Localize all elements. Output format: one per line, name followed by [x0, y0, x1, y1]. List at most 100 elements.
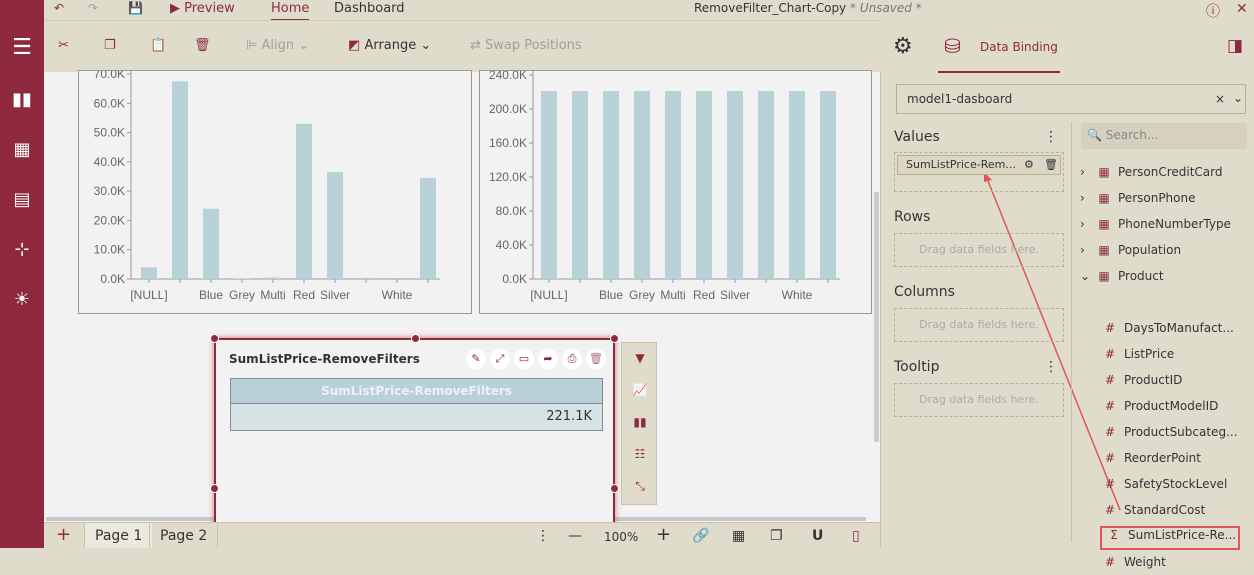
y-tick-label: 30.0K — [94, 184, 125, 198]
lightbulb-icon[interactable]: ☀ — [8, 286, 36, 314]
columns-drop-zone[interactable]: Drag data fields here. — [894, 308, 1064, 342]
field-delete-icon[interactable]: 🗑 — [1044, 156, 1058, 174]
bar — [358, 277, 374, 279]
tree-field-item[interactable]: # ProductModelID — [1100, 399, 1218, 419]
search-input[interactable]: 🔍 Search... — [1081, 123, 1247, 149]
datasource-select[interactable]: model1-dasboard × ⌄ — [896, 84, 1246, 114]
chart-widget-2[interactable]: 0.0K 40.0K 80.0K 120.0K 160.0K 200.0K 240.0K [N… — [479, 68, 872, 314]
resize-handle[interactable] — [411, 334, 420, 343]
edit-icon[interactable]: ✎ — [466, 349, 486, 369]
clear-icon[interactable]: × — [1215, 92, 1225, 106]
paste-icon[interactable]: 📋 — [150, 38, 166, 53]
zoom-in-icon[interactable]: + — [656, 524, 671, 545]
rows-drop-zone[interactable]: Drag data fields here. — [894, 233, 1064, 267]
undo-icon[interactable]: ↶ — [54, 1, 64, 15]
tree-field-item[interactable]: # SafetyStockLevel — [1100, 477, 1227, 497]
bar — [727, 91, 743, 279]
table-name: PersonCreditCard — [1118, 165, 1223, 179]
unsaved-status: * Unsaved * — [850, 1, 922, 15]
redo-icon[interactable]: ↷ — [88, 1, 98, 15]
settings-icon[interactable]: ⚙ — [893, 34, 913, 59]
list-icon[interactable]: ☷ — [631, 447, 649, 461]
resize-handle[interactable] — [210, 334, 219, 343]
tree-field-item[interactable]: # StandardCost — [1100, 503, 1205, 523]
chevron-down-icon[interactable]: ⌄ — [1233, 91, 1243, 105]
filter-icon[interactable]: ▼ — [631, 351, 649, 365]
link-icon[interactable]: 🔗 — [692, 528, 709, 544]
tab-page-2[interactable]: Page 2 — [149, 523, 219, 548]
tree-field-item[interactable]: Σ SumListPrice-Re... — [1100, 526, 1241, 550]
tree-field-item[interactable]: # ReorderPoint — [1100, 451, 1201, 471]
tree-field-item[interactable]: # ProductSubcateg... — [1100, 425, 1238, 445]
grid-widget-selected[interactable]: SumListPrice-RemoveFilters ✎ ⤢ ▭ ➦ ⎙ 🗑 S… — [210, 334, 619, 528]
delete-icon[interactable]: 🗑 — [194, 38, 211, 53]
chevron-right-icon[interactable]: › — [1080, 165, 1094, 179]
zoom-out-icon[interactable]: — — [568, 528, 582, 544]
grid-cell-value: 221.1K — [230, 404, 603, 431]
tooltip-menu-icon[interactable]: ⋮ — [1044, 359, 1058, 375]
field-name: DaysToManufact... — [1124, 321, 1234, 335]
hamburger-menu-icon[interactable]: ☰ — [8, 34, 36, 62]
value-field-chip[interactable]: SumListPrice-Rem... ⚙ 🗑 — [897, 155, 1061, 175]
tree-table-item[interactable]: ⌄ ▦ Product — [1080, 269, 1164, 289]
collapse-panel-icon[interactable]: ◨ — [1227, 36, 1243, 56]
dashboard-icon[interactable]: ▦ — [8, 136, 36, 164]
tab-home[interactable]: Home — [271, 1, 310, 21]
resize-handle[interactable] — [610, 484, 619, 493]
panel-divider — [1071, 122, 1072, 542]
save-icon[interactable]: 💾 — [128, 1, 143, 15]
vertical-scrollbar[interactable] — [874, 192, 879, 442]
tooltip-drop-zone[interactable]: Drag data fields here. — [894, 383, 1064, 417]
more-options-icon[interactable]: ⋮ — [536, 528, 550, 544]
field-settings-icon[interactable]: ⚙ — [1024, 156, 1034, 174]
values-menu-icon[interactable]: ⋮ — [1044, 129, 1058, 145]
bar-chart-icon[interactable]: ▮▮ — [631, 415, 649, 429]
trash-icon[interactable]: 🗑 — [586, 349, 606, 369]
help-icon[interactable]: ⓘ — [1206, 1, 1220, 21]
chevron-right-icon[interactable]: › — [1080, 217, 1094, 231]
tree-field-item[interactable]: # DaysToManufact... — [1100, 321, 1234, 341]
tree-table-item[interactable]: › ▦ PhoneNumberType — [1080, 217, 1231, 237]
arrange-button[interactable]: ◩ Arrange ⌄ — [348, 38, 431, 53]
chevron-right-icon[interactable]: › — [1080, 243, 1094, 257]
chart-filter-icon[interactable]: 📈 — [631, 383, 649, 397]
comment-icon[interactable]: ▭ — [514, 349, 534, 369]
x-tick-label: Silver — [320, 288, 350, 302]
resize-handle[interactable] — [610, 334, 619, 343]
chart-widget-1[interactable]: 0.0K 10.0K 20.0K 30.0K 40.0K 50.0K 60.0K 70.0K [… — [78, 67, 472, 314]
tree-table-item[interactable]: › ▦ Population — [1080, 243, 1181, 263]
maximize-icon[interactable]: ⤢ — [490, 349, 510, 369]
collapse-icon[interactable]: ⤡ — [631, 479, 649, 494]
chevron-right-icon[interactable]: › — [1080, 191, 1094, 205]
preview-button[interactable]: ▶ Preview — [170, 1, 235, 16]
tree-field-item[interactable]: # ListPrice — [1100, 347, 1174, 367]
toolbar: ✂ ❐ 📋 🗑 ⊫ Align ⌄ ◩ Arrange ⌄ ⇄ Swap Pos… — [44, 20, 880, 72]
report-icon[interactable]: ▤ — [8, 186, 36, 214]
tab-data-binding[interactable]: ⛁ Data Binding — [938, 20, 1060, 73]
tab-page-1[interactable]: Page 1 — [84, 523, 153, 548]
tree-table-item[interactable]: › ▦ PersonCreditCard — [1080, 165, 1222, 185]
chevron-down-icon[interactable]: ⌄ — [1080, 269, 1094, 283]
align-button[interactable]: ⊫ Align ⌄ — [246, 38, 309, 53]
copy-icon[interactable]: ❐ — [104, 38, 116, 53]
swap-positions-button[interactable]: ⇄ Swap Positions — [470, 38, 582, 53]
tree-field-item[interactable]: # Weight — [1100, 555, 1166, 575]
layers-icon[interactable]: ❐ — [770, 528, 783, 544]
cut-icon[interactable]: ✂ — [58, 38, 69, 53]
mobile-icon[interactable]: ▯ — [852, 528, 860, 544]
close-icon[interactable]: ✕ — [1236, 1, 1248, 17]
add-page-icon[interactable]: + — [56, 524, 71, 545]
hierarchy-icon[interactable]: ⊹ — [8, 236, 36, 264]
widgets-icon[interactable]: ▮▮ — [8, 86, 36, 114]
grid-icon[interactable]: ▦ — [732, 528, 745, 544]
values-drop-zone[interactable]: SumListPrice-Rem... ⚙ 🗑 — [894, 152, 1064, 192]
magnet-icon[interactable]: U — [812, 528, 823, 544]
export-icon[interactable]: ⎙ — [562, 349, 582, 369]
share-icon[interactable]: ➦ — [538, 349, 558, 369]
x-tick-label: Red — [693, 288, 715, 302]
tree-table-item[interactable]: › ▦ PersonPhone — [1080, 191, 1196, 211]
bar — [634, 91, 650, 279]
tree-field-item[interactable]: # ProductID — [1100, 373, 1182, 393]
tab-dashboard[interactable]: Dashboard — [334, 1, 405, 16]
resize-handle[interactable] — [210, 484, 219, 493]
